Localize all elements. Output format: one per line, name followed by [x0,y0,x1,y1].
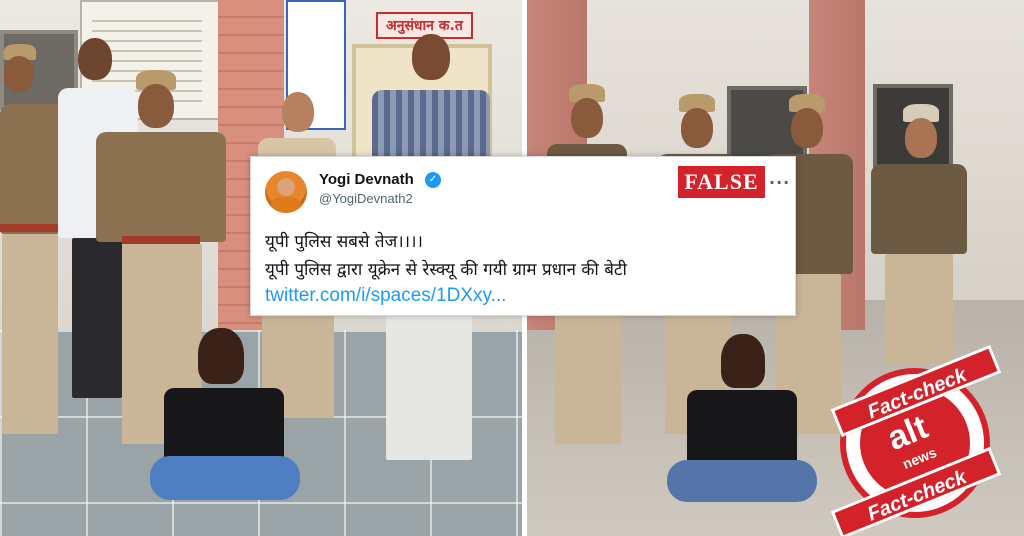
more-options-icon[interactable]: ··· [769,173,790,192]
seated-girl [150,328,300,528]
tweet-text-line-2: यूपी पुलिस द्वारा यूक्रेन से रेस्क्यू की… [265,260,627,280]
seated-girl [667,334,817,524]
tweet-author-handle[interactable]: @YogiDevnath2 [319,191,413,206]
fact-check-stamp: alt news Fact-check Fact-check [830,344,1002,536]
avatar[interactable] [265,171,307,213]
tweet-link[interactable]: twitter.com/i/spaces/1DXxy... [265,285,506,307]
woman-officer [871,104,967,374]
tweet-author-name[interactable]: Yogi Devnath [319,171,414,188]
false-rating-badge: FALSE [678,166,765,198]
verified-badge-icon: ✓ [425,172,441,188]
tweet-text-line-1: यूपी पुलिस सबसे तेज।।।। [265,232,423,252]
tweet-card[interactable]: Yogi Devnath ✓ @YogiDevnath2 FALSE ··· य… [250,156,796,316]
